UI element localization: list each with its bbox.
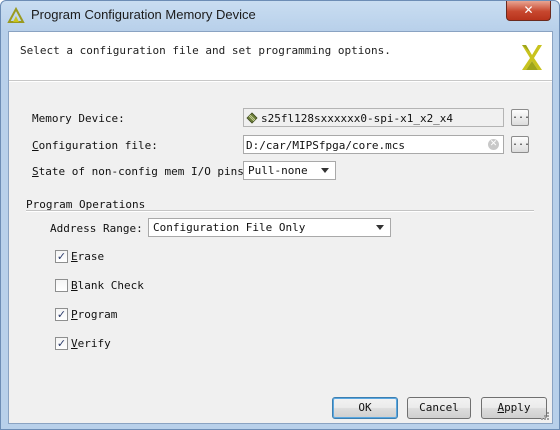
pins-state-select[interactable]: Pull-none: [243, 161, 336, 180]
window-title: Program Configuration Memory Device: [31, 7, 256, 22]
header-band: Select a configuration file and set prog…: [9, 32, 552, 80]
close-button[interactable]: ✕: [506, 1, 551, 21]
memory-device-value: s25fl128sxxxxxx0-spi-x1_x2_x4: [261, 112, 454, 125]
program-label[interactable]: Program: [71, 308, 117, 321]
address-range-select[interactable]: Configuration File Only: [148, 218, 391, 237]
pins-state-label: State of non-config mem I/O pins:: [32, 165, 251, 178]
configuration-file-label: Configuration file:: [32, 139, 158, 152]
mnemonic-s: S: [32, 165, 39, 178]
mnemonic-c: C: [32, 139, 39, 152]
blank-check-checkbox[interactable]: [55, 279, 68, 292]
mnemonic-e: E: [71, 250, 78, 263]
mnemonic-v: V: [71, 337, 78, 350]
erase-label[interactable]: Erase: [71, 250, 104, 263]
chevron-down-icon: [376, 225, 384, 230]
configuration-file-input[interactable]: [244, 137, 486, 154]
memory-device-browse-button[interactable]: ...: [511, 109, 530, 126]
mnemonic-p: P: [71, 308, 78, 321]
apply-button[interactable]: Apply: [481, 397, 547, 419]
erase-checkbox[interactable]: ✓: [55, 250, 68, 263]
resize-grip-icon[interactable]: [540, 411, 550, 421]
cancel-button[interactable]: Cancel: [407, 397, 471, 419]
address-range-value: Configuration File Only: [153, 221, 306, 234]
xilinx-logo-icon: [522, 45, 542, 70]
checkmark-icon: ✓: [56, 308, 67, 321]
clear-icon[interactable]: ✕: [488, 139, 499, 150]
pins-state-label-rest: tate of non-config mem I/O pins:: [38, 165, 251, 178]
configuration-file-browse-button[interactable]: ...: [511, 136, 530, 153]
verify-label[interactable]: Verify: [71, 337, 111, 350]
address-range-label: Address Range:: [50, 222, 143, 235]
mnemonic-b: B: [71, 279, 78, 292]
blank-check-label-rest: lank Check: [77, 279, 144, 292]
chip-icon: [246, 112, 258, 124]
verify-label-rest: erify: [77, 337, 111, 350]
checkmark-icon: ✓: [56, 337, 67, 350]
chevron-down-icon: [321, 168, 329, 173]
group-separator: [26, 210, 534, 212]
xilinx-app-icon: [7, 6, 25, 23]
dialog-window: Program Configuration Memory Device ✕ Se…: [0, 0, 560, 430]
ok-button[interactable]: OK: [332, 397, 398, 419]
instruction-text: Select a configuration file and set prog…: [20, 44, 391, 57]
program-label-rest: rogram: [77, 308, 118, 321]
configuration-file-field[interactable]: ✕: [243, 135, 504, 154]
verify-checkbox[interactable]: ✓: [55, 337, 68, 350]
memory-device-label: Memory Device:: [32, 112, 125, 125]
blank-check-label[interactable]: Blank Check: [71, 279, 144, 292]
program-checkbox[interactable]: ✓: [55, 308, 68, 321]
close-icon: ✕: [523, 3, 534, 17]
title-bar[interactable]: Program Configuration Memory Device ✕: [1, 1, 559, 31]
pins-state-value: Pull-none: [248, 164, 308, 177]
configuration-file-label-rest: onfiguration file:: [38, 139, 158, 152]
checkmark-icon: ✓: [56, 250, 67, 263]
apply-button-label-rest: pply: [504, 401, 531, 414]
dialog-body: Select a configuration file and set prog…: [8, 31, 553, 424]
memory-device-field: s25fl128sxxxxxx0-spi-x1_x2_x4: [243, 108, 504, 127]
erase-label-rest: rase: [77, 250, 105, 263]
header-separator: [9, 80, 552, 82]
